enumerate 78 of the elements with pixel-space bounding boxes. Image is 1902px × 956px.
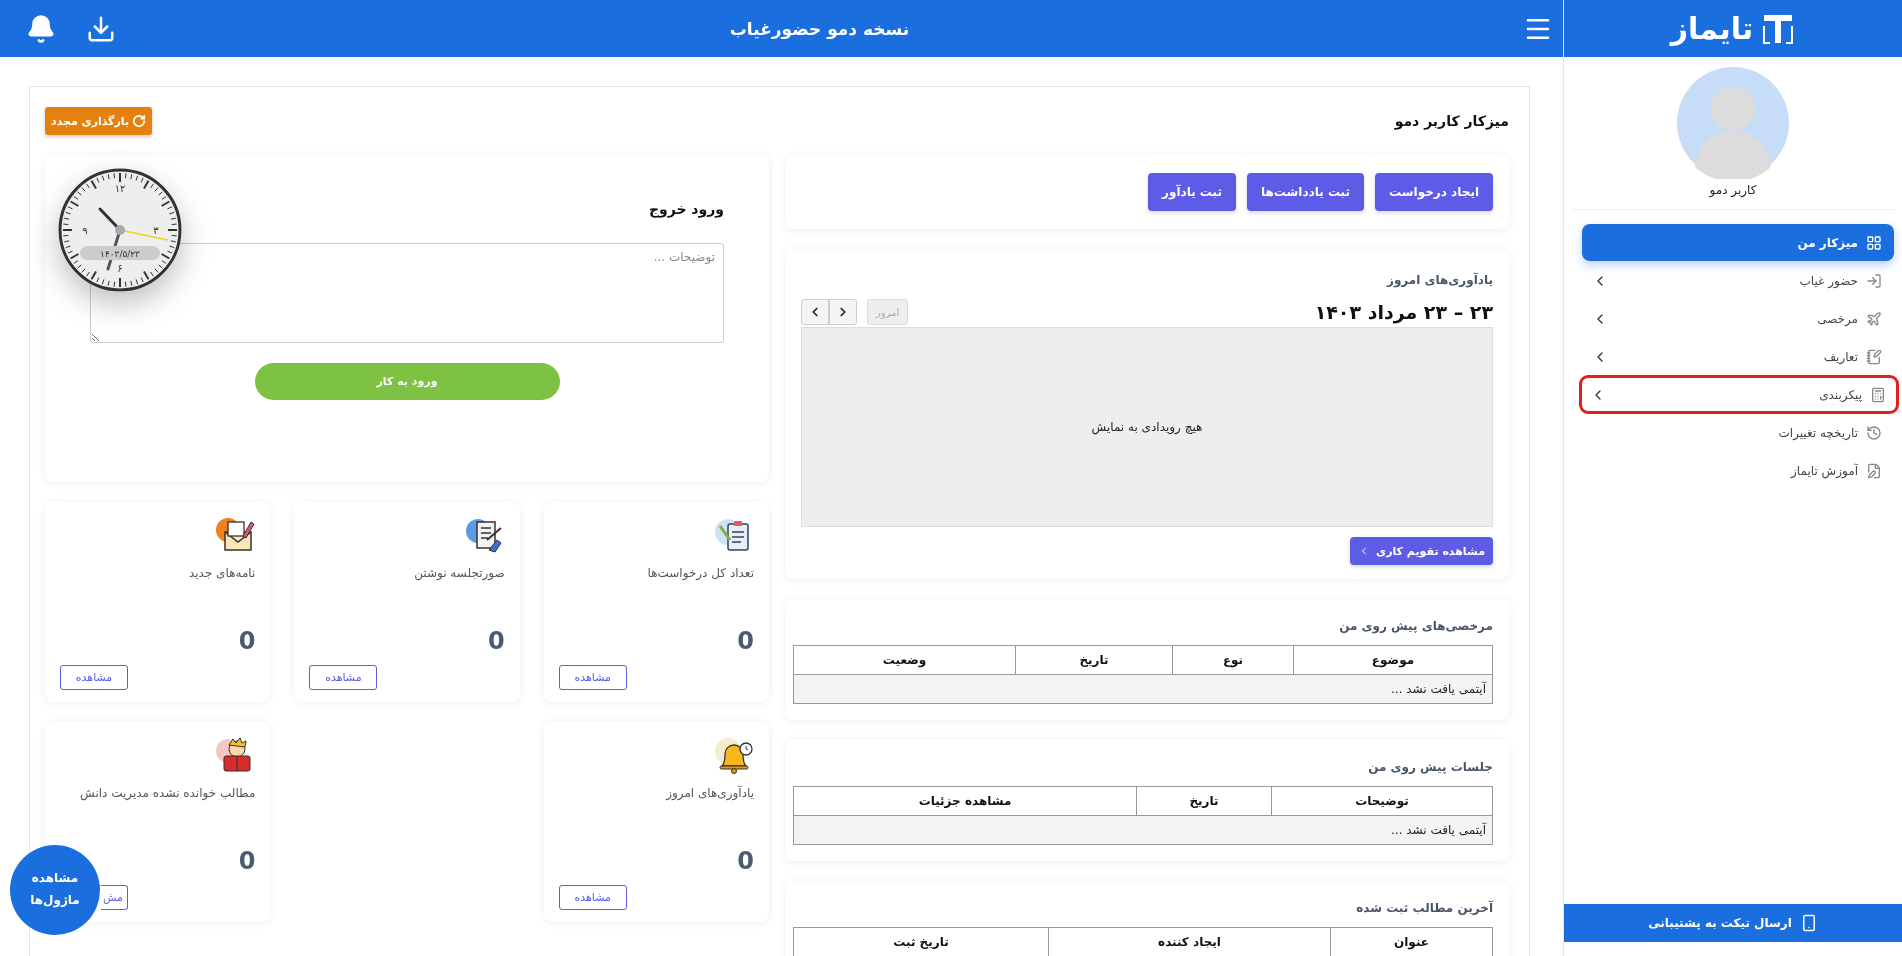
sidebar-item[interactable]: حضور غیاب xyxy=(1582,262,1894,299)
attendance-title: ورود خروج xyxy=(647,201,724,217)
column-header: موضوع xyxy=(1293,645,1493,675)
stat-label: یادآوری‌های امروز xyxy=(664,786,754,800)
reload-icon xyxy=(132,114,147,128)
empty-row: آیتمی یافت نشد ... xyxy=(793,674,1493,704)
stat-label: نامه‌های جدید xyxy=(187,566,256,580)
column-header: تاریخ xyxy=(1136,786,1272,816)
previous-button[interactable] xyxy=(801,299,829,325)
column-header: ایجاد کننده xyxy=(1048,927,1331,956)
sidebar-item-label: پیکربندی xyxy=(1818,387,1862,402)
logo-text: تایماز xyxy=(1670,11,1754,46)
sidebar-item[interactable]: تاریخچه تغییرات xyxy=(1582,414,1894,451)
stat-label: تعداد کل درخواست‌ها xyxy=(646,566,754,580)
clock-numeral: ۳ xyxy=(153,225,159,236)
stat-count: 0 xyxy=(486,627,505,655)
plane-icon xyxy=(1866,310,1882,327)
calculator-icon xyxy=(1870,386,1886,403)
bell-icon[interactable] xyxy=(26,13,56,44)
file-pen-icon xyxy=(1866,462,1882,479)
stat-label: صورتجلسه نوشتن xyxy=(413,566,505,580)
column-header: نوع xyxy=(1172,645,1294,675)
app-title: نسخه دمو حضورغیاب xyxy=(728,18,911,39)
next-button[interactable] xyxy=(829,299,857,325)
logo[interactable]: تایماز xyxy=(1564,0,1902,57)
empty-message: هیچ رویدادی به نمایش xyxy=(1091,420,1203,434)
sidebar-item-label: تعاریف xyxy=(1822,349,1858,364)
modules-button[interactable]: مشاهده ماژول‌ها xyxy=(10,845,100,935)
clock-numeral: ۱۲ xyxy=(114,183,126,194)
login-icon xyxy=(1866,272,1882,289)
sidebar-item-label: تاریخچه تغییرات xyxy=(1777,425,1858,440)
sidebar-item[interactable]: مرخصی xyxy=(1582,300,1894,337)
section-title: جلسات پیش روی من xyxy=(1367,760,1493,774)
calendar-link-button[interactable]: مشاهده تقویم کاری xyxy=(1350,537,1493,565)
stat-count: 0 xyxy=(237,627,256,655)
column-header: توضیحات xyxy=(1271,786,1493,816)
clock-date: ۱۴۰۳/۵/۲۳ xyxy=(100,249,140,259)
sidebar-item[interactable]: پیکربندی xyxy=(1580,376,1898,413)
sidebar-item-label: مرخصی xyxy=(1816,311,1858,326)
clock-numeral: ۶ xyxy=(117,263,123,274)
stat-count: 0 xyxy=(736,627,754,655)
view-button[interactable]: مشاهده xyxy=(309,665,378,690)
column-header: تاریخ ثبت xyxy=(793,927,1049,956)
support-button[interactable]: ارسال تیکت به پشتیبانی xyxy=(1564,904,1902,942)
grid-icon xyxy=(1866,234,1882,251)
column-header: عنوان xyxy=(1330,927,1493,956)
clock-numeral: ۹ xyxy=(82,225,88,236)
sidebar-item[interactable]: تعاریف xyxy=(1582,338,1894,375)
view-button[interactable]: مشاهده xyxy=(558,885,627,910)
view-button[interactable]: مشاهده xyxy=(558,665,627,690)
user-name: کاربر دمو xyxy=(1709,183,1757,197)
history-icon xyxy=(1866,424,1882,441)
sidebar-item-label: میزکار من xyxy=(1796,235,1858,250)
sidebar-item[interactable]: آموزش تایماز xyxy=(1582,452,1894,489)
view-button[interactable]: مشاهده xyxy=(60,665,128,690)
stat-count: 0 xyxy=(237,847,256,875)
section-title: آخرین مطالب ثبت شده xyxy=(1355,901,1493,915)
action-button[interactable]: ثبت یادداشت‌ها xyxy=(1246,173,1365,211)
date-range: ۲۳ – ۲۳ مرداد ۱۴۰۳ xyxy=(1314,301,1493,323)
view-button[interactable]: مش xyxy=(101,885,128,910)
notebook-icon xyxy=(1866,348,1882,365)
sidebar-item-label: آموزش تایماز xyxy=(1789,463,1858,478)
section-title: مرخصی‌های پیش روی من xyxy=(1338,619,1493,633)
dashboard-title: میزکار کاربر دمو xyxy=(1394,113,1509,129)
column-header: تاریخ xyxy=(1015,645,1173,675)
column-header: مشاهده جزئیات xyxy=(793,786,1137,816)
section-title: یادآوری‌های امروز xyxy=(1385,273,1493,287)
bell-icon xyxy=(714,736,754,776)
sidebar-item[interactable]: میزکار من xyxy=(1582,224,1894,261)
action-button[interactable]: ثبت یادآور xyxy=(1148,173,1236,211)
action-button[interactable]: ایجاد درخواست xyxy=(1375,173,1493,211)
empty-row: آیتمی یافت نشد ... xyxy=(793,815,1493,845)
sidebar-item-label: حضور غیاب xyxy=(1798,273,1858,288)
stat-count: 0 xyxy=(736,847,754,875)
clock-hands xyxy=(98,207,169,271)
column-header: وضعیت xyxy=(793,645,1016,675)
reload-button[interactable]: بارگذاری مجدد xyxy=(45,107,153,135)
stat-label: مطالب خوانده نشده مدیریت دانش xyxy=(79,786,256,800)
